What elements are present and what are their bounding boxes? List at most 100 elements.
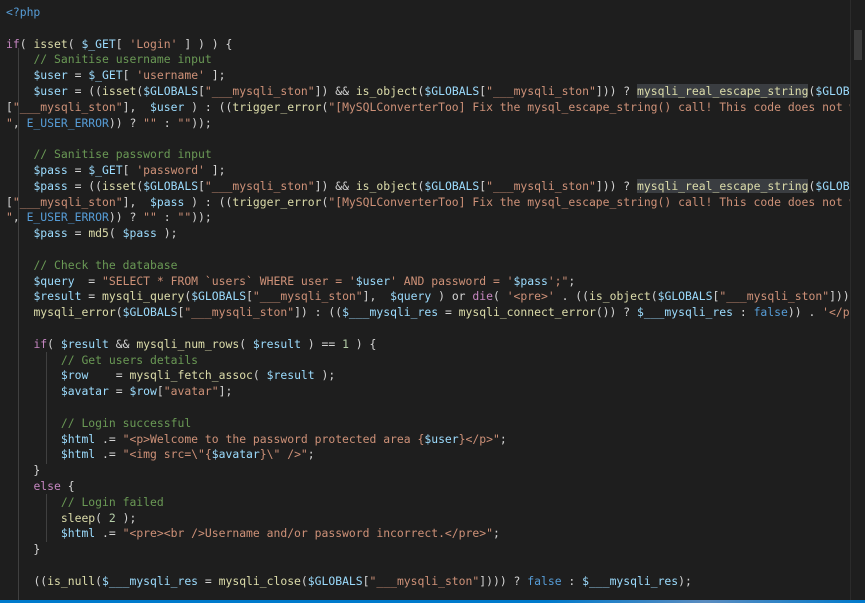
code-token: ], <box>362 289 391 304</box>
code-line[interactable]: $result = mysqli_query($GLOBALS["___mysq… <box>6 288 850 304</box>
code-line[interactable]: if( $result && mysqli_num_rows( $result … <box>6 336 376 352</box>
code-token: $GLOBALS <box>191 289 247 304</box>
code-line[interactable]: $html .= "<img src=\"{$avatar}\" />"; <box>6 446 315 462</box>
code-token: ])) ? <box>829 289 850 304</box>
code-line[interactable]: } <box>6 462 40 478</box>
vertical-scrollbar[interactable] <box>850 0 865 600</box>
code-line[interactable]: $pass = md5( $pass ); <box>6 225 177 241</box>
code-token: else <box>33 479 61 493</box>
code-token: 'password' <box>136 163 205 177</box>
code-line[interactable]: $user = ((isset($GLOBALS["___mysqli_ston… <box>6 83 850 99</box>
code-token: $html <box>60 447 96 462</box>
code-token: $row <box>60 368 89 383</box>
code-line[interactable]: $html .= "<p>Welcome to the password pro… <box>6 431 507 447</box>
code-token: $GLOBALS <box>307 573 363 588</box>
code-line[interactable]: $user = $_GET[ 'username' ]; <box>6 67 225 83</box>
code-line[interactable]: } <box>6 541 40 557</box>
code-token: ]; <box>204 68 226 83</box>
code-token: false <box>753 305 788 320</box>
code-token: "___mysqli_ston" <box>252 289 363 304</box>
code-token: ()) ? <box>595 305 637 320</box>
code-token: ); <box>115 510 137 525</box>
code-line[interactable]: // Login failed <box>6 494 164 510</box>
code-token: $html <box>60 431 96 446</box>
code-line[interactable]: // Login successful <box>6 415 191 431</box>
code-line[interactable]: $html .= "<pre><br />Username and/or pas… <box>6 525 500 541</box>
code-token: ) : (( <box>184 194 233 209</box>
code-token: md5 <box>88 226 109 241</box>
code-token: "___mysqli_ston" <box>719 289 830 304</box>
code-token: .= <box>95 526 123 541</box>
code-token: { <box>60 479 75 493</box>
code-token: [ <box>115 36 130 51</box>
code-token: , <box>12 210 27 225</box>
code-token: ( <box>95 573 103 588</box>
code-line[interactable]: else { <box>6 478 75 494</box>
code-line[interactable]: ", E_USER_ERROR)) ? "" : "")); <box>6 209 212 225</box>
code-line[interactable]: // Get users details <box>6 352 198 368</box>
code-token: )) ? <box>108 210 144 225</box>
code-token: $___mysqli_res <box>582 573 679 588</box>
code-line[interactable]: $query = "SELECT * FROM `users` WHERE us… <box>6 273 575 289</box>
code-token: " <box>6 115 13 130</box>
code-line[interactable]: // Sanitise username input <box>6 51 211 67</box>
code-token: .= <box>95 431 123 446</box>
code-line[interactable]: ", E_USER_ERROR)) ? "" : "")); <box>6 115 212 131</box>
code-line[interactable]: ["___mysqli_ston"], $user ) : ((trigger_… <box>6 99 850 115</box>
code-token: ] ) ) { <box>177 36 233 51</box>
code-token: && <box>108 336 137 351</box>
code-line[interactable]: $pass = ((isset($GLOBALS["___mysqli_ston… <box>6 178 850 194</box>
code-token: $user <box>33 68 68 83</box>
code-token: = <box>67 163 89 177</box>
code-token: = <box>67 68 89 83</box>
code-token: if <box>6 36 20 51</box>
code-token: "[MySQLConverterToo] Fix the mysql_escap… <box>328 99 850 114</box>
code-token: , <box>12 115 27 130</box>
code-token: mysqli_real_escape_string <box>637 84 809 98</box>
code-token: "___mysqli_ston" <box>12 99 123 114</box>
code-line[interactable]: mysqli_error($GLOBALS["___mysqli_ston"])… <box>6 304 850 320</box>
code-token: $___mysqli_res <box>102 573 199 588</box>
code-token: ]))) ? <box>479 573 528 588</box>
code-token: } <box>6 463 41 478</box>
code-token: E_USER_ERROR <box>26 210 109 225</box>
code-token: ])) ? <box>595 84 638 98</box>
scrollbar-thumb[interactable] <box>854 30 862 60</box>
code-line[interactable]: $avatar = $row["avatar"]; <box>6 383 232 399</box>
code-token: mysqli_connect_error <box>458 305 596 320</box>
code-token: : <box>156 115 178 130</box>
code-line[interactable]: ((is_null($___mysqli_res = mysqli_close(… <box>6 573 692 589</box>
code-line[interactable]: $row = mysqli_fetch_assoc( $result ); <box>6 367 335 383</box>
code-token: is_object <box>355 84 418 98</box>
code-line[interactable]: <?php <box>6 4 40 20</box>
code-token: "" <box>143 115 157 130</box>
code-token: $user <box>150 99 185 114</box>
code-token: $pass <box>33 226 68 241</box>
code-token: ); <box>678 573 692 588</box>
code-line[interactable]: sleep( 2 ); <box>6 510 136 526</box>
code-token: ], <box>122 194 151 209</box>
code-line[interactable]: $pass = $_GET[ 'password' ]; <box>6 162 225 178</box>
code-line[interactable]: // Sanitise password input <box>6 146 211 162</box>
code-token: ( <box>47 336 61 351</box>
code-token: ]; <box>204 163 226 177</box>
code-token: ; <box>307 447 315 462</box>
code-token: (( <box>33 573 48 588</box>
code-token: $GLOBALS <box>424 178 480 193</box>
code-editor[interactable]: <?php if( isset( $_GET[ 'Login' ] ) ) { /… <box>0 0 850 600</box>
code-token: = <box>438 305 459 320</box>
code-line[interactable]: // Check the database <box>6 257 177 273</box>
code-token: "___mysqli_ston" <box>204 84 315 98</box>
code-line[interactable]: ["___mysqli_ston"], $pass ) : ((trigger_… <box>6 194 850 210</box>
code-token: mysqli_error <box>33 305 116 320</box>
code-line[interactable]: if( isset( $_GET[ 'Login' ] ) ) { <box>6 36 232 52</box>
